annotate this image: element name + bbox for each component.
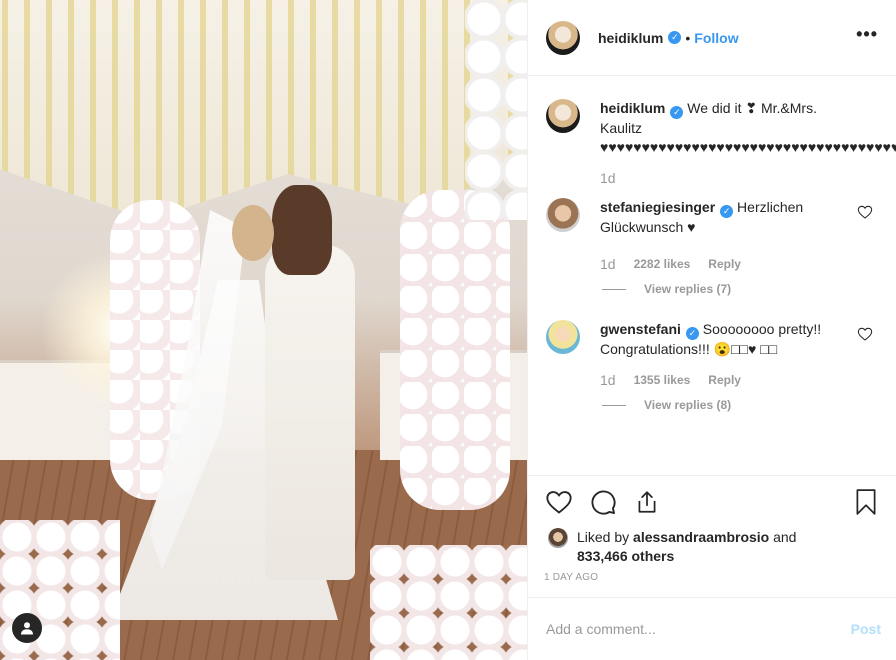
comment-likes[interactable]: 2282 likes: [634, 255, 691, 274]
avatar[interactable]: [546, 20, 580, 55]
separator-dot: •: [685, 29, 691, 46]
action-icon-row: [544, 476, 881, 528]
share-icon: [638, 491, 656, 513]
liked-by-prefix: Liked by: [577, 529, 634, 545]
post-header: heidiklum ✓ • Follow •••: [528, 0, 896, 76]
heart-icon: [546, 491, 572, 514]
post-button[interactable]: Post: [851, 621, 881, 637]
comment-item: gwenstefani ✓ Soooooooo pretty!! Congratu…: [546, 320, 879, 390]
comment-time[interactable]: 1d: [600, 371, 616, 390]
view-replies-label: View replies (7): [644, 282, 732, 296]
avatar[interactable]: [546, 99, 580, 133]
photo-groom-head: [272, 185, 332, 275]
like-button[interactable]: [544, 487, 574, 517]
user-icon: [21, 622, 33, 635]
photo-canopy: [0, 0, 527, 220]
photo-white-suit: [265, 245, 355, 580]
verified-badge-icon: ✓: [668, 31, 682, 44]
add-comment-bar: Post: [528, 597, 896, 660]
photo-bride-head: [232, 205, 274, 261]
avatar[interactable]: [546, 198, 580, 232]
comment-button[interactable]: [588, 487, 618, 517]
comment-like-heart-icon[interactable]: [857, 326, 873, 342]
photo-orchids-top: [465, 0, 527, 220]
caption-username[interactable]: heidiklum: [600, 100, 665, 116]
post-timestamp[interactable]: 1 DAY AGO: [544, 572, 881, 583]
photo-flower-pillar-right: [400, 190, 510, 510]
verified-badge-icon: ✓: [685, 327, 699, 340]
comment-input[interactable]: [546, 621, 851, 637]
verified-badge-icon: ✓: [720, 205, 734, 218]
comment-likes[interactable]: 1355 likes: [634, 371, 691, 390]
likes-count[interactable]: 833,466 others: [577, 548, 674, 564]
comment-like-heart-icon[interactable]: [857, 204, 873, 220]
post-photo[interactable]: [0, 0, 527, 660]
post-side-panel: heidiklum ✓ • Follow ••• heidiklum ✓ We d…: [527, 0, 896, 660]
comment-item: stefaniegiesinger ✓ Herzlichen Glückwunsc…: [546, 198, 879, 274]
avatar[interactable]: [546, 320, 580, 354]
save-button[interactable]: [851, 487, 881, 517]
view-replies-line: [602, 404, 626, 406]
comment-reply-button[interactable]: Reply: [708, 255, 741, 274]
view-replies-line: [602, 288, 626, 290]
verified-badge-icon: ✓: [670, 106, 684, 119]
comment-icon: [591, 490, 616, 515]
liked-by-and: and: [769, 529, 797, 545]
more-options-icon[interactable]: •••: [856, 24, 878, 51]
caption: heidiklum ✓ We did it ❣ Mr.&Mrs. Kaulitz …: [546, 99, 896, 188]
view-replies-label: View replies (8): [644, 398, 732, 412]
bookmark-icon: [856, 489, 876, 515]
liked-by: Liked by alessandraambrosio and 833,466 …: [544, 528, 881, 566]
follow-button[interactable]: Follow: [694, 30, 738, 46]
post-actions: Liked by alessandraambrosio and 833,466 …: [528, 475, 896, 597]
comment-reply-button[interactable]: Reply: [708, 371, 741, 390]
share-button[interactable]: [632, 487, 662, 517]
comment-username[interactable]: stefaniegiesinger: [600, 199, 715, 215]
view-replies-button[interactable]: View replies (8): [602, 398, 879, 412]
photo-flowers-bottom-right: [370, 545, 527, 660]
avatar[interactable]: [548, 528, 568, 548]
view-replies-button[interactable]: View replies (7): [602, 282, 879, 296]
tagged-users-button[interactable]: [12, 613, 42, 643]
comments-list[interactable]: heidiklum ✓ We did it ❣ Mr.&Mrs. Kaulitz …: [528, 77, 896, 475]
caption-time[interactable]: 1d: [600, 169, 616, 188]
comment-username[interactable]: gwenstefani: [600, 321, 681, 337]
liked-by-user[interactable]: alessandraambrosio: [633, 529, 769, 545]
comment-time[interactable]: 1d: [600, 255, 616, 274]
header-username[interactable]: heidiklum: [598, 30, 663, 46]
